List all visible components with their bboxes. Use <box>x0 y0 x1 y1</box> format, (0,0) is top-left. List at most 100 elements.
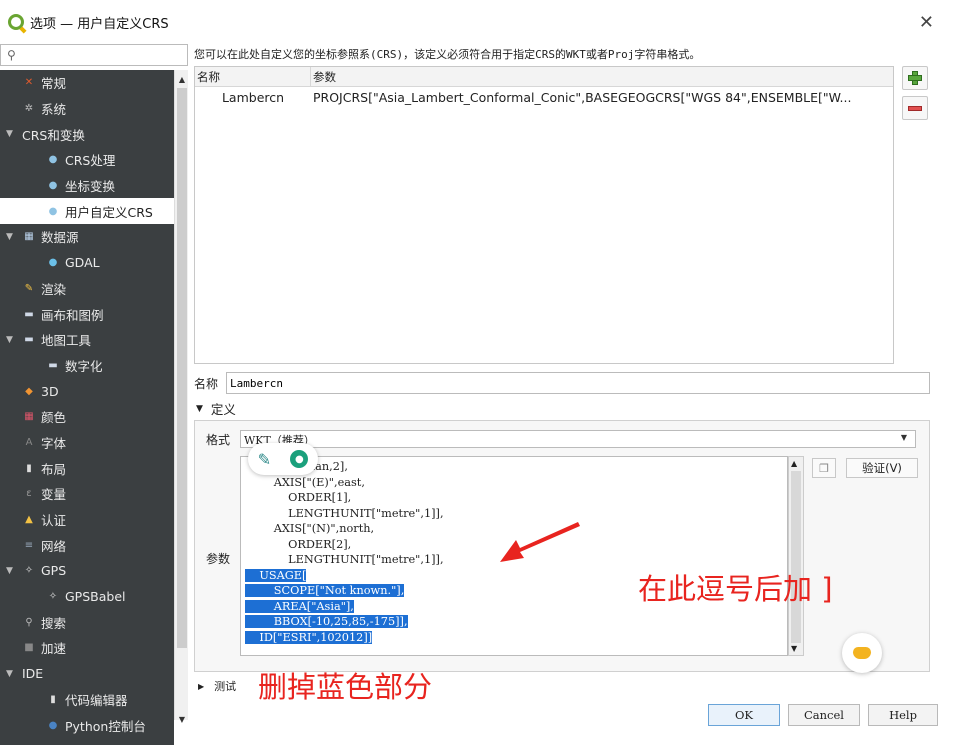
font-icon: A <box>25 436 33 448</box>
sidebar-item[interactable]: ▼ ▬ 地图工具 <box>0 327 174 353</box>
editor-line: LENGTHUNIT["metre",1]], <box>288 553 444 566</box>
table-row[interactable]: Lambercn PROJCRS["Asia_Lambert_Conformal… <box>195 87 893 109</box>
qgis-logo-icon <box>8 14 24 30</box>
scroll-up-icon[interactable]: ▲ <box>175 72 189 86</box>
search-icon: ⚲ <box>25 616 33 628</box>
help-button[interactable]: Help <box>868 704 938 726</box>
definition-label: 定义 <box>210 402 236 417</box>
name-input[interactable] <box>226 372 930 394</box>
sidebar-item[interactable]: A 字体 <box>0 430 174 456</box>
python-icon: ● <box>48 719 58 731</box>
expand-arrow-icon[interactable]: ▼ <box>6 669 22 679</box>
sidebar-item-label: 布局 <box>41 461 67 477</box>
minus-icon <box>908 105 922 111</box>
options-search-input[interactable]: ⚲ <box>0 44 188 66</box>
sidebar-item-label: 系统 <box>41 102 67 118</box>
expand-arrow-icon[interactable]: ▼ <box>6 335 22 345</box>
info-text: 您可以在此处自定义您的坐标参照系(CRS)，该定义必须符合用于指定CRS的WKT… <box>194 48 701 61</box>
sidebar-item[interactable]: ✲ 系统 <box>0 96 174 122</box>
editor-line-selected: BBOX[-10,25,85,-175]], <box>245 615 408 628</box>
sidebar-scrollbar[interactable]: ▲ ▼ <box>174 70 189 724</box>
window-title: 选项 — 用户自定义CRS <box>30 16 169 32</box>
sidebar-item-label: 认证 <box>41 513 67 529</box>
table-header: 名称 参数 <box>195 67 893 87</box>
sidebar-item[interactable]: ✎ 渲染 <box>0 276 174 302</box>
lightbulb-icon[interactable]: ● <box>290 450 309 468</box>
remove-crs-button[interactable] <box>902 96 928 120</box>
definition-header[interactable]: ▼ 定义 <box>196 399 236 418</box>
cancel-button[interactable]: Cancel <box>788 704 860 726</box>
sidebar-item[interactable]: ▮ 代码编辑器 <box>0 687 174 713</box>
validate-button[interactable]: 验证(V) <box>846 458 918 478</box>
sidebar-item-label: GDAL <box>65 255 100 271</box>
sidebar-item-label: 渲染 <box>41 281 67 297</box>
sidebar-item[interactable]: ✧ GPSBabel <box>0 584 174 610</box>
sidebar-item-label: 数据源 <box>41 230 79 246</box>
sidebar-item[interactable]: ≡ 网络 <box>0 532 174 558</box>
sidebar-item[interactable]: ■ 加速 <box>0 635 174 661</box>
copy-icon: ❐ <box>819 461 829 475</box>
sidebar-item-label: 常规 <box>41 76 67 92</box>
sidebar-item[interactable]: ▬ 数字化 <box>0 353 174 379</box>
params-editor-text[interactable]: Cartesian,2], AXIS["(E)",east, ORDER[1],… <box>245 459 444 645</box>
scrollbar-thumb[interactable] <box>177 88 187 648</box>
sidebar-item[interactable]: ● GDAL <box>0 250 174 276</box>
sidebar-item-label: 字体 <box>41 435 67 451</box>
editor-line: AXIS["(E)",east, <box>273 475 365 489</box>
sidebar-item-label: 网络 <box>41 538 67 554</box>
scrollbar-thumb[interactable] <box>791 471 801 643</box>
sidebar-item[interactable]: ▼ ▦ 数据源 <box>0 224 174 250</box>
sidebar-item[interactable]: ◆ 3D <box>0 378 174 404</box>
editor-line-selected: AREA["Asia"], <box>245 599 354 613</box>
close-icon[interactable]: ✕ <box>919 12 934 33</box>
assistant-bubble[interactable] <box>842 633 882 673</box>
expand-arrow-icon[interactable]: ▼ <box>6 232 22 242</box>
globe-icon: ● <box>48 154 58 166</box>
ok-button[interactable]: OK <box>708 704 780 726</box>
params-label: 参数 <box>206 552 231 566</box>
sidebar-item-label: 坐标变换 <box>65 179 116 195</box>
format-label: 格式 <box>206 432 231 447</box>
column-header-name[interactable]: 名称 <box>195 67 311 86</box>
params-editor[interactable]: Cartesian,2], AXIS["(E)",east, ORDER[1],… <box>240 456 788 656</box>
add-crs-button[interactable] <box>902 66 928 90</box>
sidebar-item[interactable]: ● CRS处理 <box>0 147 174 173</box>
sidebar-item[interactable]: ▮ 布局 <box>0 455 174 481</box>
sidebar-item[interactable]: ▼ CRS和变换 <box>0 121 174 147</box>
sidebar-item[interactable]: ▦ 颜色 <box>0 404 174 430</box>
sidebar-item[interactable]: ● 坐标变换 <box>0 173 174 199</box>
sidebar-item[interactable]: ● 用户自定义CRS <box>0 198 174 225</box>
expand-arrow-icon[interactable]: ▼ <box>6 566 22 576</box>
test-header[interactable]: ▶ 测试 <box>198 678 236 694</box>
scroll-down-icon[interactable]: ▼ <box>791 644 797 653</box>
name-label: 名称 <box>194 376 219 391</box>
sidebar-item-label: 数字化 <box>65 358 103 374</box>
copy-button[interactable]: ❐ <box>812 458 836 478</box>
sidebar-item[interactable]: ● Python控制台 <box>0 712 174 738</box>
crs-table[interactable]: 名称 参数 Lambercn PROJCRS["Asia_Lambert_Con… <box>194 66 894 364</box>
annotation-delete-blue: 删掉蓝色部分 <box>258 670 433 704</box>
sidebar-item[interactable]: ✕ 常规 <box>0 70 174 96</box>
sidebar-item[interactable]: ε 变量 <box>0 481 174 507</box>
sidebar-item[interactable]: ▼ IDE <box>0 661 174 687</box>
magic-wand-icon[interactable]: ✎ <box>258 450 271 469</box>
scroll-down-icon[interactable]: ▼ <box>175 712 189 726</box>
globe-icon: ● <box>48 180 58 192</box>
layout-icon: ▮ <box>26 462 32 474</box>
sidebar-item[interactable]: ▼ ✧ GPS <box>0 558 174 584</box>
sidebar-item[interactable]: ▲ 认证 <box>0 507 174 533</box>
expand-arrow-icon[interactable]: ▼ <box>6 129 22 139</box>
column-header-params[interactable]: 参数 <box>311 67 336 86</box>
cell-name: Lambercn <box>221 90 285 105</box>
sidebar-item-label: 变量 <box>41 487 67 503</box>
editor-line: ORDER[1], <box>288 491 352 504</box>
acceleration-icon: ■ <box>24 642 34 654</box>
scroll-up-icon[interactable]: ▲ <box>791 459 797 468</box>
sidebar-item-label: 地图工具 <box>41 333 92 349</box>
sidebar-item-label: 画布和图例 <box>41 307 104 323</box>
globe-user-icon: ● <box>48 205 58 217</box>
editor-scrollbar[interactable]: ▲ ▼ <box>788 456 804 656</box>
format-select[interactable]: WKT（推荐） ▼ <box>240 430 916 448</box>
sidebar-item[interactable]: ⚲ 搜索 <box>0 609 174 635</box>
sidebar-item[interactable]: ▬ 画布和图例 <box>0 301 174 327</box>
